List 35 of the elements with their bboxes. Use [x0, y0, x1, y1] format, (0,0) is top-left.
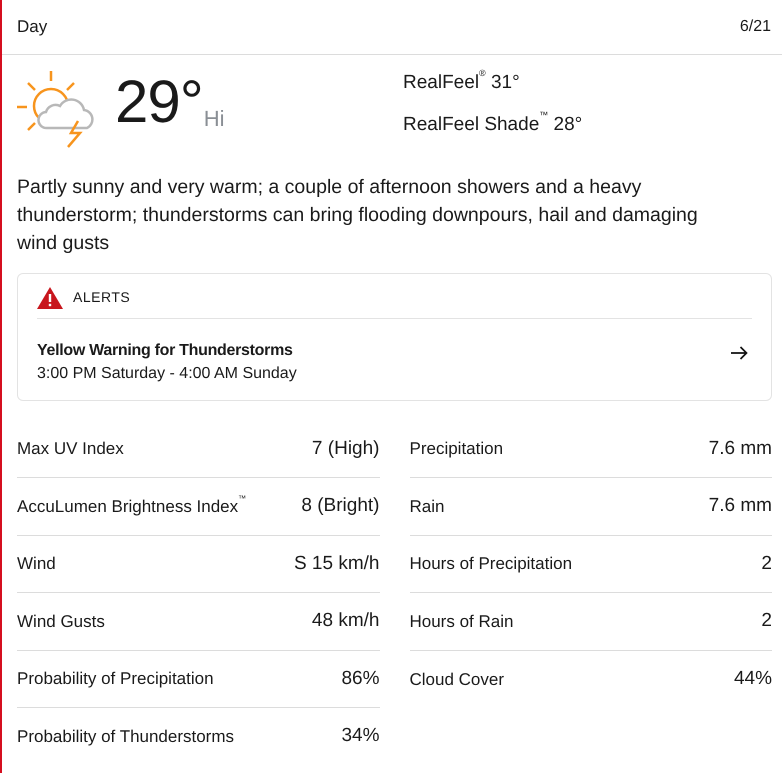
- detail-label: Probability of Thunderstorms: [17, 726, 234, 748]
- section-title: Day: [17, 16, 48, 38]
- detail-value: 44%: [734, 667, 772, 691]
- detail-value: 2: [761, 552, 772, 576]
- detail-label: Hours of Precipitation: [410, 553, 572, 576]
- detail-label: Probability of Precipitation: [17, 668, 214, 690]
- detail-label: Hours of Rain: [410, 610, 514, 633]
- realfeel-reading: RealFeel$^{®}$ 31°: [403, 71, 521, 95]
- detail-label: AccuLumen Brightness Index$^{™}$: [17, 494, 246, 518]
- date-label: 6/21: [740, 17, 771, 37]
- arrow-right-icon[interactable]: [731, 346, 748, 360]
- detail-label: Wind Gusts: [17, 610, 105, 633]
- detail-value: 34%: [341, 724, 380, 748]
- detail-value: S 15 km/h: [294, 552, 380, 576]
- temperature-label: Hi: [204, 108, 225, 130]
- alert-title[interactable]: Yellow Warning for Thunderstorms: [37, 340, 297, 362]
- detail-value: 7.6 mm: [708, 436, 772, 461]
- detail-label: Wind: [17, 553, 56, 576]
- alert-time: 3:00 PM Saturday - 4:00 AM Sunday: [37, 364, 297, 384]
- detail-value: 2: [761, 609, 772, 634]
- detail-value: 7.6 mm: [708, 494, 772, 518]
- alerts-heading: ALERTS: [73, 288, 130, 307]
- detail-label: Rain: [410, 496, 444, 518]
- temperature: 29°: [115, 72, 203, 132]
- detail-value: 86%: [341, 666, 380, 690]
- sun-cloud-lightning-icon: [17, 70, 95, 148]
- weather-description: Partly sunny and very warm; a couple of afternoon showers and a heavy thunderstorm; thunderstorms can bring flooding downpours, hail and damaging wind gusts: [17, 175, 699, 256]
- detail-value: 7 (High): [312, 436, 380, 461]
- detail-value: 8 (Bright): [301, 494, 380, 518]
- detail-value: 48 km/h: [312, 609, 380, 634]
- detail-label: Max UV Index: [17, 438, 124, 460]
- detail-label: Cloud Cover: [410, 668, 504, 690]
- realfeel-reading: RealFeel Shade$^{™}$ 28°: [403, 113, 582, 137]
- warning-icon: [37, 286, 63, 308]
- detail-label: Precipitation: [410, 438, 504, 460]
